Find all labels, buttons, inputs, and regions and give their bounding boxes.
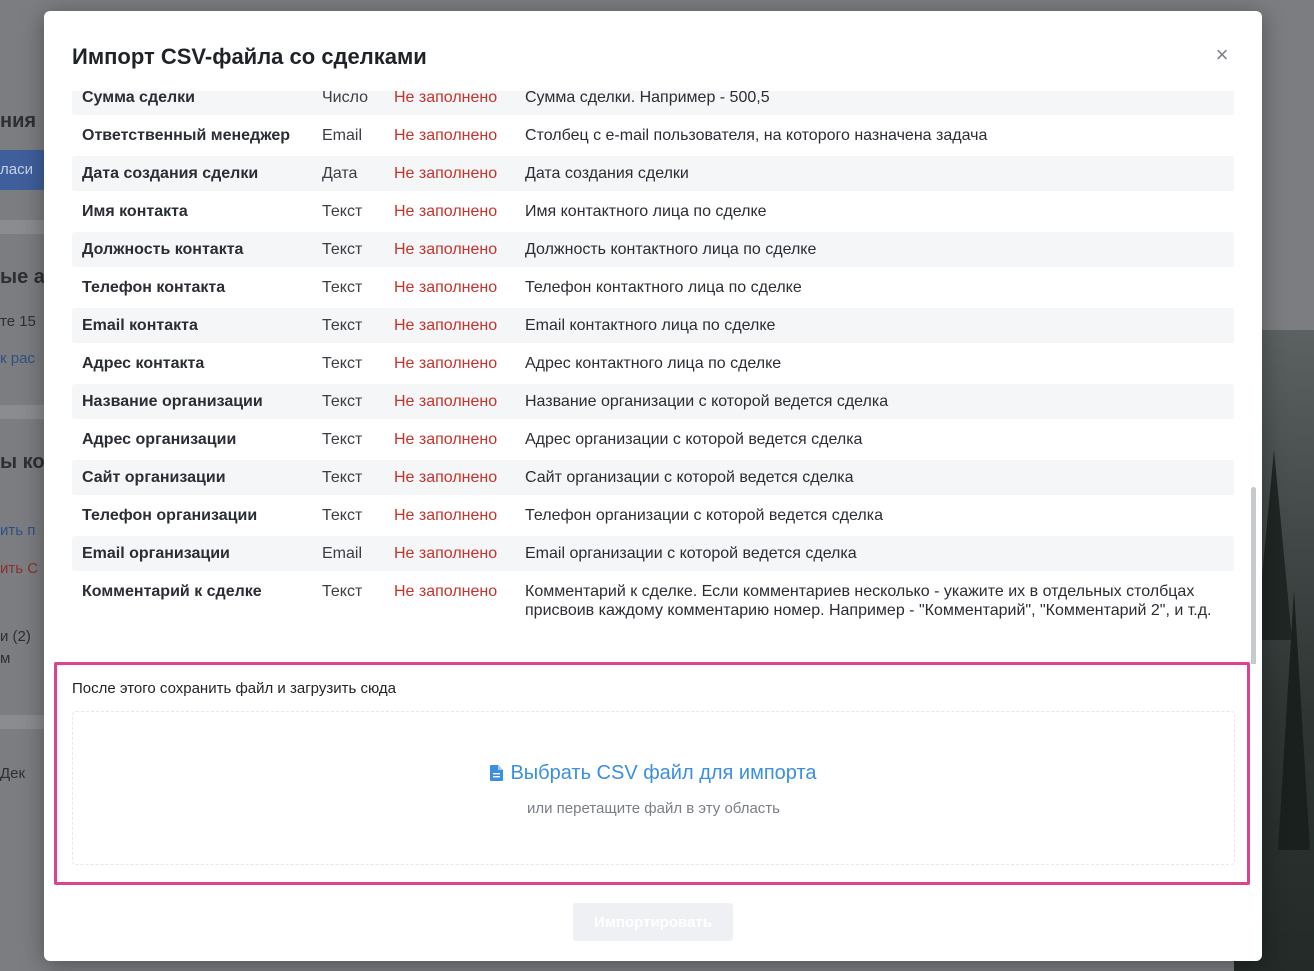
field-status: Не заполнено [394, 545, 498, 562]
field-name: Дата создания сделки [82, 165, 259, 182]
field-description: Телефон организации с которой ведется сд… [525, 507, 884, 524]
field-row: Адрес контакта Текст Не заполнено Адрес кон… [72, 346, 1234, 381]
field-row: Имя контакта Текст Не заполнено Имя контакт… [72, 194, 1234, 229]
field-status: Не заполнено [394, 583, 498, 600]
fields-table: Сумма сделки Число Не заполнено Сумма сделк… [72, 91, 1234, 631]
field-type: Текст [322, 431, 363, 448]
import-button[interactable]: Импортировать [573, 903, 733, 941]
field-row: Email организации Email Не заполнено Email … [72, 536, 1234, 571]
field-row: Сумма сделки Число Не заполнено Сумма сделк… [72, 91, 1234, 115]
field-status: Не заполнено [394, 393, 498, 410]
field-description: Сайт организации с которой ведется сделк… [525, 469, 854, 486]
field-name: Комментарий к сделке [82, 583, 262, 600]
field-name: Имя контакта [82, 203, 188, 220]
field-name: Телефон организации [82, 507, 258, 524]
field-status: Не заполнено [394, 317, 498, 334]
field-name: Email организации [82, 545, 230, 562]
import-modal: Импорт CSV-файла со сделками × Сумма сде… [44, 11, 1262, 961]
field-name: Адрес контакта [82, 355, 205, 372]
field-status: Не заполнено [394, 91, 498, 106]
field-row: Сайт организации Текст Не заполнено Сайт ор… [72, 460, 1234, 495]
field-row: Ответственный менеджер Email Не заполнено С… [72, 118, 1234, 153]
field-name: Сумма сделки [82, 91, 196, 106]
upload-caption: После этого сохранить файл и загрузить с… [72, 680, 396, 697]
field-description: Телефон контактного лица по сделке [525, 279, 802, 296]
field-type: Email [322, 127, 363, 144]
field-description: Комментарий к сделке. Если комментариев … [525, 583, 1212, 619]
field-description: Столбец с e-mail пользователя, на которо… [525, 127, 988, 144]
modal-title: Импорт CSV-файла со сделками [72, 44, 427, 69]
field-name: Телефон контакта [82, 279, 226, 296]
field-description: Имя контактного лица по сделке [525, 203, 767, 220]
field-type: Текст [322, 317, 363, 334]
field-row: Адрес организации Текст Не заполнено Адрес … [72, 422, 1234, 457]
field-status: Не заполнено [394, 469, 498, 486]
field-status: Не заполнено [394, 431, 498, 448]
field-description: Адрес контактного лица по сделке [525, 355, 782, 372]
field-name: Ответственный менеджер [82, 127, 291, 144]
field-row: Комментарий к сделке Текст Не заполнено Ком… [72, 574, 1234, 628]
field-description: Название организации с которой ведется с… [525, 393, 889, 410]
field-description: Email организации с которой ведется сдел… [525, 545, 857, 562]
scrollbar-thumb[interactable] [1251, 487, 1256, 664]
field-description: Дата создания сделки [525, 165, 689, 182]
field-status: Не заполнено [394, 355, 498, 372]
field-type: Текст [322, 355, 363, 372]
field-status: Не заполнено [394, 165, 498, 182]
field-description: Адрес организации с которой ведется сдел… [525, 431, 863, 448]
upload-section: После этого сохранить файл и загрузить с… [54, 662, 1250, 885]
field-status: Не заполнено [394, 203, 498, 220]
field-description: Email контактного лица по сделке [525, 317, 776, 334]
field-row: Телефон контакта Текст Не заполнено Телефон… [72, 270, 1234, 305]
field-type: Дата [322, 165, 358, 182]
field-status: Не заполнено [394, 127, 498, 144]
field-name: Email контакта [82, 317, 198, 334]
field-row: Телефон организации Текст Не заполнено Теле… [72, 498, 1234, 533]
choose-csv-file-label: Выбрать CSV файл для импорта [510, 762, 817, 784]
field-status: Не заполнено [394, 507, 498, 524]
fields-scroll-area[interactable]: Сумма сделки Число Не заполнено Сумма сделк… [44, 91, 1262, 664]
field-type: Текст [322, 279, 363, 296]
field-type: Email [322, 545, 363, 562]
field-type: Число [322, 91, 369, 106]
field-type: Текст [322, 507, 363, 524]
file-dropzone[interactable]: Выбрать CSV файл для импорта или перетащ… [72, 711, 1235, 865]
field-type: Текст [322, 393, 363, 410]
field-type: Текст [322, 203, 363, 220]
field-row: Должность контакта Текст Не заполнено Должн… [72, 232, 1234, 267]
field-description: Должность контактного лица по сделке [525, 241, 817, 258]
field-name: Адрес организации [82, 431, 237, 448]
field-type: Текст [322, 469, 363, 486]
field-row: Email контакта Текст Не заполнено Email кон… [72, 308, 1234, 343]
drop-hint: или перетащите файл в эту область [527, 800, 780, 817]
field-name: Название организации [82, 393, 263, 410]
choose-csv-file-link[interactable]: Выбрать CSV файл для импорта [73, 762, 1234, 785]
field-type: Текст [322, 241, 363, 258]
field-name: Сайт организации [82, 469, 226, 486]
field-row: Название организации Текст Не заполнено Наз… [72, 384, 1234, 419]
field-description: Сумма сделки. Например - 500,5 [525, 91, 770, 106]
file-icon [490, 765, 504, 781]
field-type: Текст [322, 583, 363, 600]
field-status: Не заполнено [394, 279, 498, 296]
field-status: Не заполнено [394, 241, 498, 258]
field-row: Дата создания сделки Дата Не заполнено Дата… [72, 156, 1234, 191]
close-icon[interactable]: × [1212, 44, 1232, 66]
field-name: Должность контакта [82, 241, 244, 258]
